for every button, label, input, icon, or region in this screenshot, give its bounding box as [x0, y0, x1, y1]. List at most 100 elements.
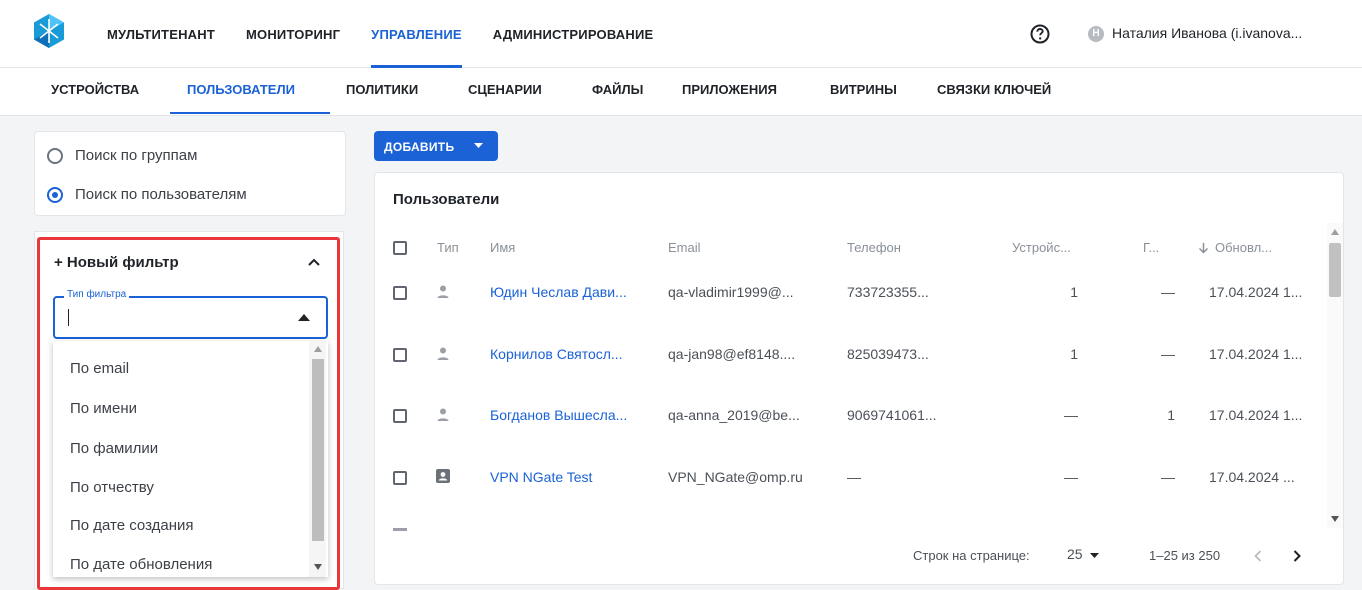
pagination-range: 1–25 из 250: [1149, 548, 1221, 563]
chevron-down-icon: [474, 143, 483, 148]
scroll-up-icon[interactable]: [1331, 229, 1339, 235]
user-name-link[interactable]: VPN NGate Test: [490, 469, 592, 485]
column-header-updated[interactable]: Обновл...: [1215, 240, 1272, 255]
person-icon: [437, 347, 449, 360]
dropdown-option-last-name[interactable]: По фамилии: [70, 440, 158, 457]
tab-showcases[interactable]: ВИТРИНЫ: [830, 82, 897, 97]
row-checkbox[interactable]: [393, 348, 407, 362]
scroll-up-icon[interactable]: [314, 346, 322, 352]
tab-scenarios[interactable]: СЦЕНАРИИ: [468, 82, 542, 97]
dropdown-option-created-date[interactable]: По дате создания: [70, 517, 194, 534]
user-phone: 733723355...: [847, 284, 929, 300]
dropdown-arrow-up-icon[interactable]: [298, 314, 310, 321]
column-header-phone[interactable]: Телефон: [847, 240, 901, 255]
person-icon: [437, 408, 449, 421]
user-name-link[interactable]: Корнилов Святосл...: [490, 346, 623, 362]
user-phone: 9069741061...: [847, 407, 937, 423]
table-scroll-thumb[interactable]: [1329, 243, 1341, 297]
tab-applications[interactable]: ПРИЛОЖЕНИЯ: [682, 82, 777, 97]
radio-search-users[interactable]: Поиск по пользователям: [47, 186, 247, 203]
user-email: VPN_NGate@omp.ru: [668, 469, 803, 485]
nav-monitoring[interactable]: МОНИТОРИНГ: [246, 0, 340, 68]
row-checkbox[interactable]: [393, 286, 407, 300]
scroll-down-icon[interactable]: [314, 564, 322, 570]
column-header-email[interactable]: Email: [668, 240, 701, 255]
nav-management[interactable]: УПРАВЛЕНИЕ: [371, 0, 462, 68]
radio-search-groups[interactable]: Поиск по группам: [47, 147, 197, 164]
new-filter-title[interactable]: + Новый фильтр: [54, 254, 179, 271]
user-phone: 825039473...: [847, 346, 929, 362]
tab-users[interactable]: ПОЛЬЗОВАТЕЛИ: [187, 82, 295, 97]
tab-files[interactable]: ФАЙЛЫ: [592, 82, 643, 97]
partial-row: [393, 528, 407, 531]
tab-policies[interactable]: ПОЛИТИКИ: [346, 82, 418, 97]
user-groups: —: [1161, 469, 1175, 485]
users-table-title: Пользователи: [393, 191, 500, 208]
prev-page-icon[interactable]: [1254, 550, 1262, 562]
user-name-link[interactable]: Богданов Вышесла...: [490, 407, 627, 423]
dropdown-scroll-thumb[interactable]: [312, 359, 324, 541]
users-table-card: Пользователи Тип Имя Email Телефон Устро…: [374, 172, 1344, 585]
radio-on-icon[interactable]: [47, 186, 63, 203]
filter-type-dropdown: По email По имени По фамилии По отчеству…: [53, 341, 328, 577]
user-email: qa-vladimir1999@...: [668, 284, 794, 300]
tab-keychains[interactable]: СВЯЗКИ КЛЮЧЕЙ: [937, 82, 1051, 97]
dropdown-option-first-name[interactable]: По имени: [70, 400, 137, 417]
user-updated: 17.04.2024 ...: [1209, 469, 1295, 485]
main-nav: МУЛЬТИТЕНАНТ МОНИТОРИНГ УПРАВЛЕНИЕ АДМИН…: [107, 0, 684, 68]
sort-arrow-down-icon[interactable]: [1198, 242, 1209, 254]
user-devices: 1: [1070, 346, 1078, 362]
chevron-down-icon: [1090, 552, 1100, 558]
rows-per-page-label: Строк на странице:: [913, 548, 1030, 563]
rows-per-page-value: 25: [1067, 546, 1083, 562]
user-groups: —: [1161, 346, 1175, 362]
nav-administration[interactable]: АДМИНИСТРИРОВАНИЕ: [493, 0, 654, 68]
radio-label: Поиск по пользователям: [75, 186, 247, 203]
dropdown-option-updated-date[interactable]: По дате обновления: [70, 556, 212, 573]
column-header-name[interactable]: Имя: [490, 240, 515, 255]
user-email: qa-jan98@ef8148....: [668, 346, 796, 362]
user-email: qa-anna_2019@be...: [668, 407, 800, 423]
user-groups: 1: [1167, 407, 1175, 423]
user-phone: —: [847, 469, 861, 485]
text-caret: [68, 309, 69, 326]
row-checkbox[interactable]: [393, 471, 407, 485]
dropdown-option-email[interactable]: По email: [70, 360, 129, 377]
column-header-devices[interactable]: Устройс...: [1012, 240, 1071, 255]
filter-type-select[interactable]: [53, 296, 328, 339]
chevron-up-icon[interactable]: [307, 257, 321, 267]
user-updated: 17.04.2024 1...: [1209, 346, 1303, 362]
user-devices: 1: [1070, 284, 1078, 300]
radio-off-icon[interactable]: [47, 147, 63, 164]
dropdown-option-patronymic[interactable]: По отчеству: [70, 479, 154, 496]
next-page-icon[interactable]: [1293, 550, 1301, 562]
rows-per-page-select[interactable]: 25: [1067, 546, 1100, 562]
top-bar: МУЛЬТИТЕНАНТ МОНИТОРИНГ УПРАВЛЕНИЕ АДМИН…: [0, 0, 1362, 68]
radio-label: Поиск по группам: [75, 147, 198, 164]
user-avatar[interactable]: Н: [1088, 26, 1104, 42]
tab-devices[interactable]: УСТРОЙСТВА: [51, 82, 139, 97]
add-button[interactable]: ДОБАВИТЬ: [374, 131, 498, 161]
person-icon: [437, 285, 449, 298]
section-tabs: УСТРОЙСТВА ПОЛЬЗОВАТЕЛИ ПОЛИТИКИ СЦЕНАРИ…: [0, 68, 1362, 116]
app-logo-icon[interactable]: [34, 14, 64, 48]
user-name-link[interactable]: Юдин Чеслав Дави...: [490, 284, 627, 300]
search-mode-card: Поиск по группам Поиск по пользователям: [34, 131, 346, 216]
add-button-label: ДОБАВИТЬ: [384, 140, 455, 154]
nav-multitenant[interactable]: МУЛЬТИТЕНАНТ: [107, 0, 215, 68]
user-groups: —: [1161, 284, 1175, 300]
user-devices: —: [1064, 407, 1078, 423]
row-checkbox[interactable]: [393, 409, 407, 423]
column-header-groups[interactable]: Г...: [1143, 240, 1159, 255]
user-updated: 17.04.2024 1...: [1209, 407, 1303, 423]
service-account-icon: [436, 469, 450, 483]
help-icon[interactable]: [1030, 24, 1050, 44]
filter-type-label: Тип фильтра: [64, 289, 130, 300]
scroll-down-icon[interactable]: [1331, 516, 1339, 522]
user-devices: —: [1064, 469, 1078, 485]
user-name[interactable]: Наталия Иванова (i.ivanova...: [1112, 25, 1302, 41]
user-updated: 17.04.2024 1...: [1209, 284, 1303, 300]
column-header-type[interactable]: Тип: [437, 240, 459, 255]
active-tab-indicator: [170, 112, 330, 114]
select-all-checkbox[interactable]: [393, 241, 407, 255]
